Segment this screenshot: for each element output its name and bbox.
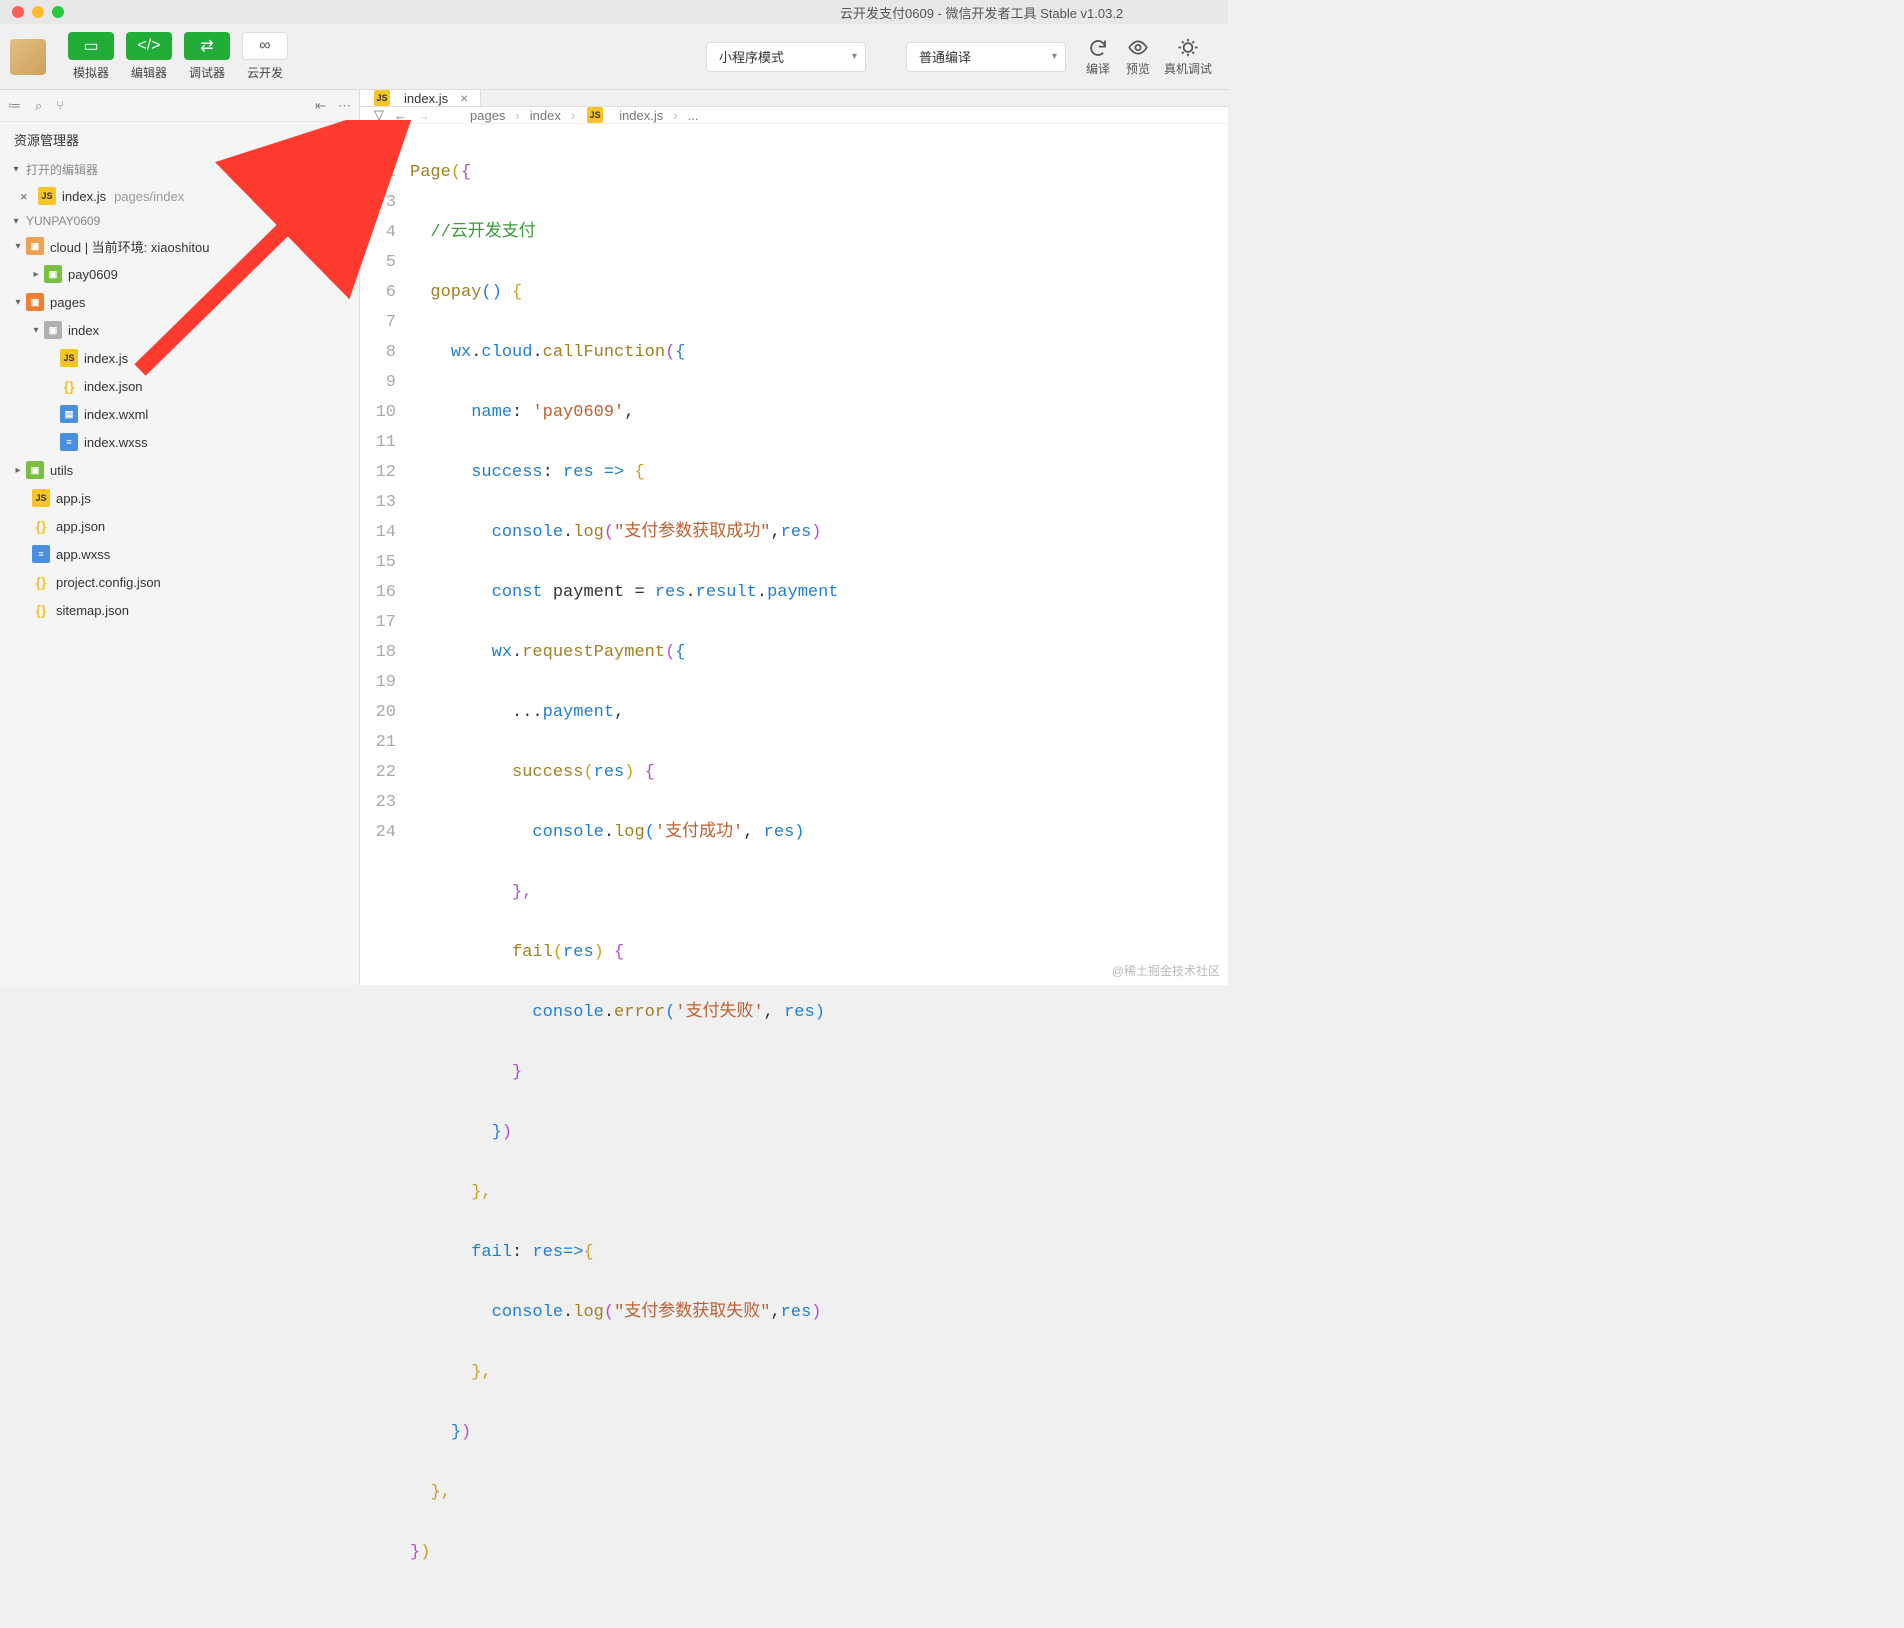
nav-forward-icon[interactable]: → xyxy=(417,108,430,123)
debug-icon: ⇄ xyxy=(184,32,230,60)
list-icon[interactable]: ≔ xyxy=(8,98,21,114)
crumb-pages[interactable]: pages xyxy=(470,108,505,123)
close-window-icon[interactable] xyxy=(12,6,24,18)
editor-tabs: JS index.js × xyxy=(360,90,1228,107)
folder-icon: ▣ xyxy=(44,321,62,339)
main-toolbar: ▭ 模拟器 </> 编辑器 ⇄ 调试器 ∞ 云开发 小程序模式 普通编译 编译 … xyxy=(0,24,1228,90)
code-lines[interactable]: Page({ //云开发支付 gopay() { wx.cloud.callFu… xyxy=(410,128,1228,1628)
js-file-icon: JS xyxy=(374,90,390,106)
eye-icon xyxy=(1127,37,1149,58)
bookmark-icon[interactable]: ▽ xyxy=(374,107,384,123)
tree-file-indexjs[interactable]: JSindex.js xyxy=(0,344,359,372)
debugger-button[interactable]: ⇄ 调试器 xyxy=(182,32,232,81)
more-icon[interactable]: ⋯ xyxy=(338,98,351,114)
watermark: @稀土掘金技术社区 xyxy=(1112,962,1220,979)
tree-folder-pay[interactable]: ▸▣pay0609 xyxy=(0,260,359,288)
file-tree: ▾▣cloud | 当前环境: xiaoshitou ▸▣pay0609 ▾▣p… xyxy=(0,232,359,624)
tree-folder-utils[interactable]: ▸▣utils xyxy=(0,456,359,484)
folder-icon: ▣ xyxy=(26,293,44,311)
crumb-index[interactable]: index xyxy=(530,108,561,123)
nav-back-icon[interactable]: ← xyxy=(394,108,407,123)
crumb-file[interactable]: index.js xyxy=(619,108,663,123)
preview-button[interactable]: 预览 xyxy=(1118,37,1158,77)
tree-folder-index[interactable]: ▾▣index xyxy=(0,316,359,344)
maximize-window-icon[interactable] xyxy=(52,6,64,18)
wxss-file-icon: ≡ xyxy=(32,545,50,563)
json-file-icon: {} xyxy=(32,601,50,619)
breadcrumb: ▽ ← → pages› index› JS index.js› ... xyxy=(360,107,1228,124)
js-file-icon: JS xyxy=(38,187,56,205)
tree-file-appjs[interactable]: JSapp.js xyxy=(0,484,359,512)
sidebar-toolbar: ≔ ⌕ ⑂ ⇤ ⋯ xyxy=(0,90,359,122)
tree-folder-cloud[interactable]: ▾▣cloud | 当前环境: xiaoshitou xyxy=(0,232,359,260)
main-area: ≔ ⌕ ⑂ ⇤ ⋯ 资源管理器 ▾打开的编辑器 × JS index.js pa… xyxy=(0,90,1228,985)
tree-file-sitemap[interactable]: {}sitemap.json xyxy=(0,596,359,624)
tab-indexjs[interactable]: JS index.js × xyxy=(360,90,481,106)
tree-file-projectconfig[interactable]: {}project.config.json xyxy=(0,568,359,596)
wxml-file-icon: ▤ xyxy=(60,405,78,423)
window-controls xyxy=(0,6,64,18)
tree-folder-pages[interactable]: ▾▣pages xyxy=(0,288,359,316)
simulator-button[interactable]: ▭ 模拟器 xyxy=(66,32,116,81)
panel-icon[interactable]: ⇤ xyxy=(315,98,326,114)
sidebar: ≔ ⌕ ⑂ ⇤ ⋯ 资源管理器 ▾打开的编辑器 × JS index.js pa… xyxy=(0,90,360,985)
folder-icon: ▣ xyxy=(26,461,44,479)
open-editor-item[interactable]: × JS index.js pages/index xyxy=(0,182,359,210)
minimize-window-icon[interactable] xyxy=(32,6,44,18)
line-gutter: 123456789101112131415161718192021222324 xyxy=(360,128,410,1628)
compile-button[interactable]: 编译 xyxy=(1078,37,1118,77)
folder-icon: ▣ xyxy=(26,237,44,255)
avatar[interactable] xyxy=(10,39,46,75)
json-file-icon: {} xyxy=(32,517,50,535)
editor-button[interactable]: </> 编辑器 xyxy=(124,32,174,81)
json-file-icon: {} xyxy=(32,573,50,591)
js-file-icon: JS xyxy=(587,107,603,123)
editor-pane: JS index.js × ▽ ← → pages› index› JS ind… xyxy=(360,90,1228,985)
real-device-button[interactable]: 真机调试 xyxy=(1158,37,1218,77)
tree-file-indexwxss[interactable]: ≡index.wxss xyxy=(0,428,359,456)
mode-select[interactable]: 小程序模式 xyxy=(706,42,866,72)
close-icon[interactable]: × xyxy=(20,189,36,204)
tree-file-indexjson[interactable]: {}index.json xyxy=(0,372,359,400)
cloud-dev-button[interactable]: ∞ 云开发 xyxy=(240,32,290,81)
open-editors-section[interactable]: ▾打开的编辑器 xyxy=(0,157,359,182)
cloud-icon: ∞ xyxy=(242,32,288,60)
crumb-symbol[interactable]: ... xyxy=(688,108,699,123)
phone-icon: ▭ xyxy=(68,32,114,60)
folder-icon: ▣ xyxy=(44,265,62,283)
compile-select[interactable]: 普通编译 xyxy=(906,42,1066,72)
tree-file-appwxss[interactable]: ≡app.wxss xyxy=(0,540,359,568)
refresh-icon xyxy=(1087,37,1109,58)
window-title: 云开发支付0609 - 微信开发者工具 Stable v1.03.2 xyxy=(840,3,1123,22)
branch-icon[interactable]: ⑂ xyxy=(56,98,64,113)
code-icon: </> xyxy=(126,32,172,60)
title-bar: 云开发支付0609 - 微信开发者工具 Stable v1.03.2 xyxy=(0,0,1228,24)
search-icon[interactable]: ⌕ xyxy=(35,98,42,114)
code-editor[interactable]: 123456789101112131415161718192021222324 … xyxy=(360,124,1228,1628)
js-file-icon: JS xyxy=(32,489,50,507)
tree-file-indexwxml[interactable]: ▤index.wxml xyxy=(0,400,359,428)
wxss-file-icon: ≡ xyxy=(60,433,78,451)
bug-icon xyxy=(1177,37,1199,58)
explorer-header: 资源管理器 xyxy=(0,122,359,157)
js-file-icon: JS xyxy=(60,349,78,367)
tree-file-appjson[interactable]: {}app.json xyxy=(0,512,359,540)
close-tab-icon[interactable]: × xyxy=(460,90,468,106)
json-file-icon: {} xyxy=(60,377,78,395)
project-section[interactable]: ▾YUNPAY0609 xyxy=(0,210,359,232)
